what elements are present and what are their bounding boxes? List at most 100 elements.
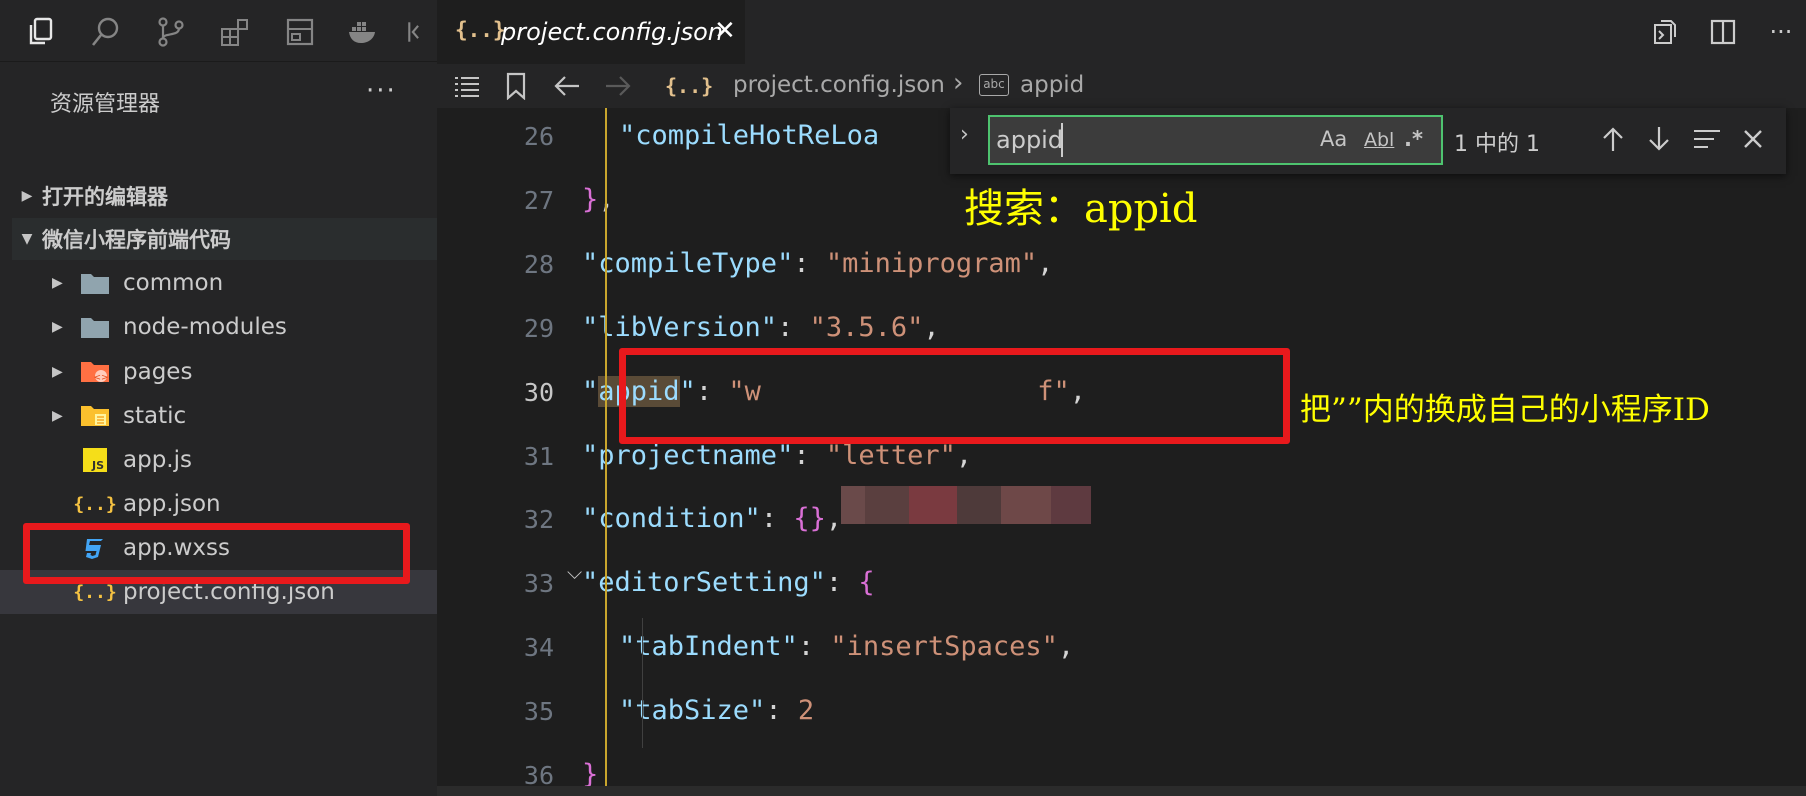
section-label: 打开的编辑器	[42, 185, 168, 209]
section-label: 微信小程序前端代码	[42, 228, 231, 252]
line-number: 28	[523, 249, 554, 279]
tree-item-common[interactable]: ▶ common	[0, 261, 437, 305]
more-actions-icon[interactable]: ···	[1763, 14, 1799, 50]
chevron-right-icon: ▶	[21, 188, 33, 204]
tree-item-app-json[interactable]: {..} app.json	[0, 482, 437, 526]
replace-hint-annotation: 把””内的换成自己的小程序ID	[1300, 392, 1710, 428]
line-number: 33	[523, 569, 554, 599]
svg-text:<>: <>	[93, 373, 108, 383]
code-line: },	[582, 184, 615, 215]
next-match-icon[interactable]	[1642, 120, 1676, 158]
chevron-right-icon: ▶	[52, 408, 63, 424]
breadcrumb-separator: ›	[953, 68, 964, 98]
tab-bar: {..} project.config.json ✕ ···	[437, 0, 1806, 64]
code-line: "compileHotReLoa	[619, 120, 879, 151]
split-editor-icon[interactable]	[1705, 14, 1741, 50]
tree-item-pages[interactable]: ▶ <> pages	[0, 350, 437, 394]
indent-guide	[605, 108, 607, 788]
outline-icon[interactable]	[451, 70, 483, 102]
find-in-selection-icon[interactable]	[1690, 120, 1724, 158]
more-actions-icon[interactable]: ···	[366, 76, 397, 106]
bookmark-icon[interactable]	[500, 70, 532, 102]
tab-project-config[interactable]: {..} project.config.json ✕	[437, 0, 745, 64]
docker-icon[interactable]	[343, 12, 383, 52]
redacted-value	[909, 486, 957, 524]
regex-icon[interactable]: .*	[1404, 127, 1423, 151]
code-token: "tabSize"	[619, 695, 766, 727]
extensions-icon[interactable]	[215, 12, 255, 52]
redacted-value	[841, 486, 865, 524]
code-token: "editorSetting"	[582, 567, 826, 599]
layout-icon[interactable]	[280, 12, 320, 52]
section-open-editors[interactable]: ▶ 打开的编辑器	[12, 175, 437, 217]
open-changes-icon[interactable]	[1646, 14, 1682, 50]
chevron-right-icon: ▶	[52, 275, 63, 291]
code-token: "compileType"	[582, 247, 794, 279]
code-token: :	[797, 631, 831, 663]
tree-item-label: node-modules	[123, 314, 287, 340]
breadcrumb-symbol[interactable]: appid	[1020, 72, 1084, 98]
line-number: 34	[523, 633, 554, 663]
tree-item-label: app.json	[123, 491, 221, 517]
code-token: ,	[923, 311, 940, 343]
tree-item-static[interactable]: ▶ static	[0, 394, 437, 438]
horizontal-scrollbar[interactable]	[437, 786, 1806, 796]
code-token: ,	[1057, 631, 1075, 663]
code-token: "projectname"	[582, 439, 794, 471]
code-token: :	[777, 311, 810, 343]
tree-item-app-js[interactable]: JS app.js	[0, 438, 437, 482]
explorer-sidebar: 资源管理器 ··· ▶ 打开的编辑器 ▼ 微信小程序前端代码 ▶ common …	[0, 62, 437, 796]
folder-icon	[80, 268, 110, 298]
tree-item-label: app.js	[123, 447, 192, 473]
json-file-icon: {..}	[665, 74, 714, 98]
code-token: "condition"	[582, 503, 761, 535]
json-file-icon: {..}	[73, 493, 117, 515]
match-case-icon[interactable]: Aa	[1320, 127, 1347, 151]
whole-word-icon[interactable]: Abl	[1364, 129, 1394, 151]
code-token: "insertSpaces"	[830, 631, 1058, 663]
back-arrow-icon[interactable]	[551, 70, 583, 102]
code-token: }	[582, 183, 599, 215]
code-token: ,	[1037, 247, 1054, 279]
find-input[interactable]: appid Aa Abl .*	[988, 115, 1443, 165]
chevron-down-icon: ▼	[21, 231, 33, 247]
chevron-right-icon: ▶	[52, 364, 63, 380]
search-icon[interactable]	[86, 12, 126, 52]
code-token: ,	[825, 503, 843, 535]
chevron-right-icon: ▶	[52, 319, 63, 335]
sidebar-highlight-box	[23, 523, 410, 584]
breadcrumb-file[interactable]: project.config.json	[733, 72, 945, 98]
string-symbol-icon: abc	[979, 74, 1009, 96]
code-token: "tabIndent"	[619, 631, 798, 663]
text-caret	[1061, 123, 1063, 157]
code-token: {}	[793, 503, 826, 535]
toggle-replace-icon[interactable]: ›	[960, 122, 969, 147]
previous-match-icon[interactable]	[1596, 120, 1630, 158]
section-project[interactable]: ▼ 微信小程序前端代码	[12, 218, 437, 260]
line-number: 27	[523, 185, 554, 215]
code-line: "projectname": "letter",	[582, 440, 972, 471]
code-line: }	[582, 759, 598, 788]
code-line: "editorSetting": {	[582, 567, 875, 598]
search-hint-annotation: 搜索：appid	[964, 186, 1198, 232]
indent-guide	[642, 618, 643, 748]
code-token: "compileHotReLoa	[619, 120, 880, 151]
code-token: :	[793, 247, 826, 279]
code-line: "tabSize": 2	[619, 695, 814, 726]
code-token: :	[793, 439, 826, 471]
code-line: "tabIndent": "insertSpaces",	[619, 631, 1074, 662]
close-icon[interactable]	[1736, 120, 1770, 158]
folder-icon	[80, 312, 110, 342]
explorer-icon[interactable]	[22, 12, 62, 52]
code-token: }	[582, 759, 599, 788]
fold-chevron-icon[interactable]: ⌵	[567, 560, 582, 584]
breadcrumb-bar: {..} project.config.json › abc appid	[437, 64, 1806, 108]
code-line: "condition": {},	[582, 503, 842, 534]
forward-arrow-icon[interactable]	[602, 70, 634, 102]
tree-item-node-modules[interactable]: ▶ node-modules	[0, 305, 437, 349]
source-control-icon[interactable]	[151, 12, 191, 52]
code-token: :	[765, 695, 798, 727]
match-count: 1 中的 1	[1454, 132, 1540, 157]
close-icon[interactable]: ✕	[714, 16, 736, 46]
more-views-icon[interactable]	[404, 12, 434, 52]
